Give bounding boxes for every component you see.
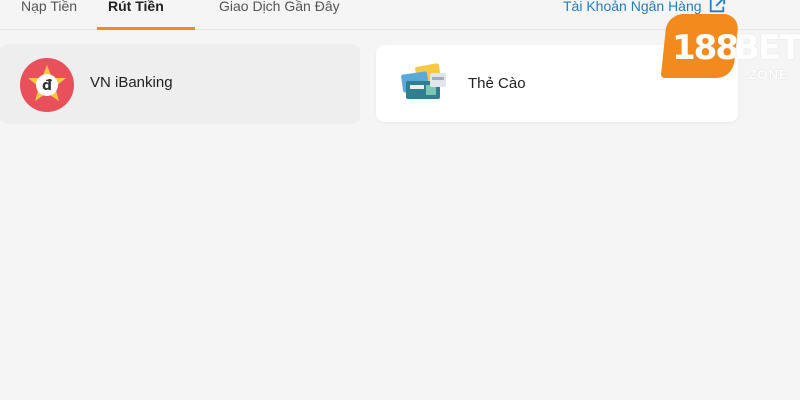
svg-text:đ: đ [42, 78, 52, 94]
logo-suffix: .ZONE [744, 67, 789, 82]
method-label-vn-ibanking: VN iBanking [90, 74, 173, 91]
method-label-scratch-card: Thẻ Cào [468, 75, 526, 92]
tab-deposit[interactable]: Nạp Tiền [21, 0, 77, 30]
method-card-vn-ibanking[interactable]: đ VN iBanking [0, 44, 360, 124]
external-link-icon [709, 0, 725, 13]
tab-recent-transactions[interactable]: Giao Dịch Gần Đây [219, 0, 340, 30]
logo-brand: BET [734, 28, 800, 68]
logo-number: 188 [672, 28, 739, 68]
scratch-card-icon [401, 63, 446, 99]
withdraw-page: Nạp Tiền Rút Tiền Giao Dịch Gần Đây Tài … [0, 0, 800, 400]
active-tab-indicator [97, 27, 195, 30]
tab-withdraw[interactable]: Rút Tiền [108, 0, 164, 30]
dong-coin-icon: đ [20, 58, 74, 112]
brand-logo-watermark: 188 BET .ZONE [660, 14, 800, 90]
